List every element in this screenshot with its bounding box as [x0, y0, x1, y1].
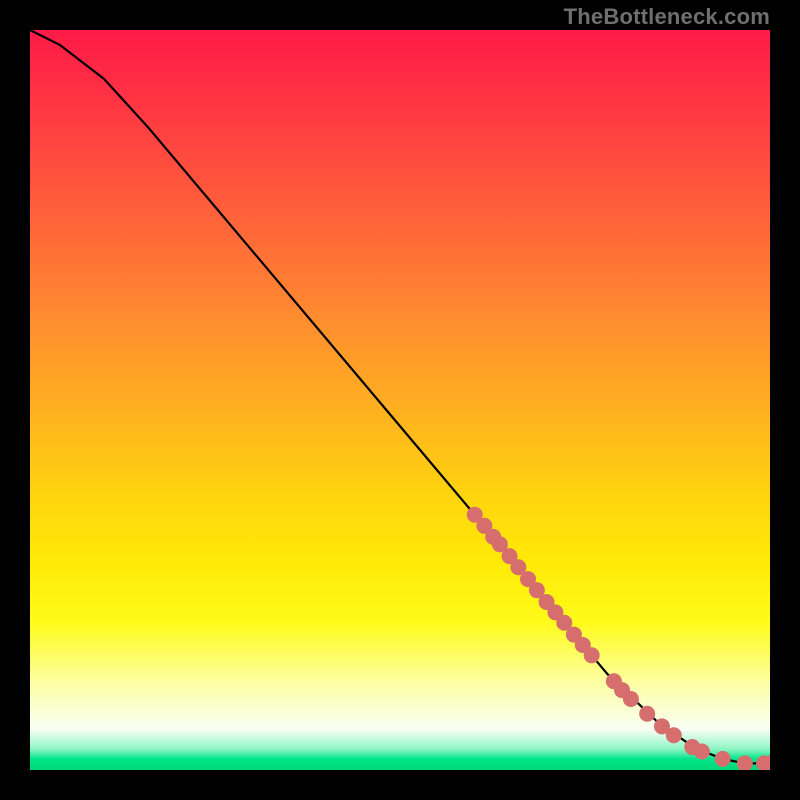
- data-marker: [737, 755, 753, 770]
- chart-frame: TheBottleneck.com: [0, 0, 800, 800]
- data-marker: [639, 706, 655, 722]
- curve-line: [30, 30, 770, 763]
- data-marker: [694, 744, 710, 760]
- data-marker: [715, 751, 731, 767]
- chart-svg: [30, 30, 770, 770]
- data-marker: [666, 727, 682, 743]
- data-marker: [584, 647, 600, 663]
- data-marker: [623, 691, 639, 707]
- attribution-text: TheBottleneck.com: [564, 4, 770, 30]
- plot-area: [30, 30, 770, 770]
- data-markers: [467, 507, 770, 770]
